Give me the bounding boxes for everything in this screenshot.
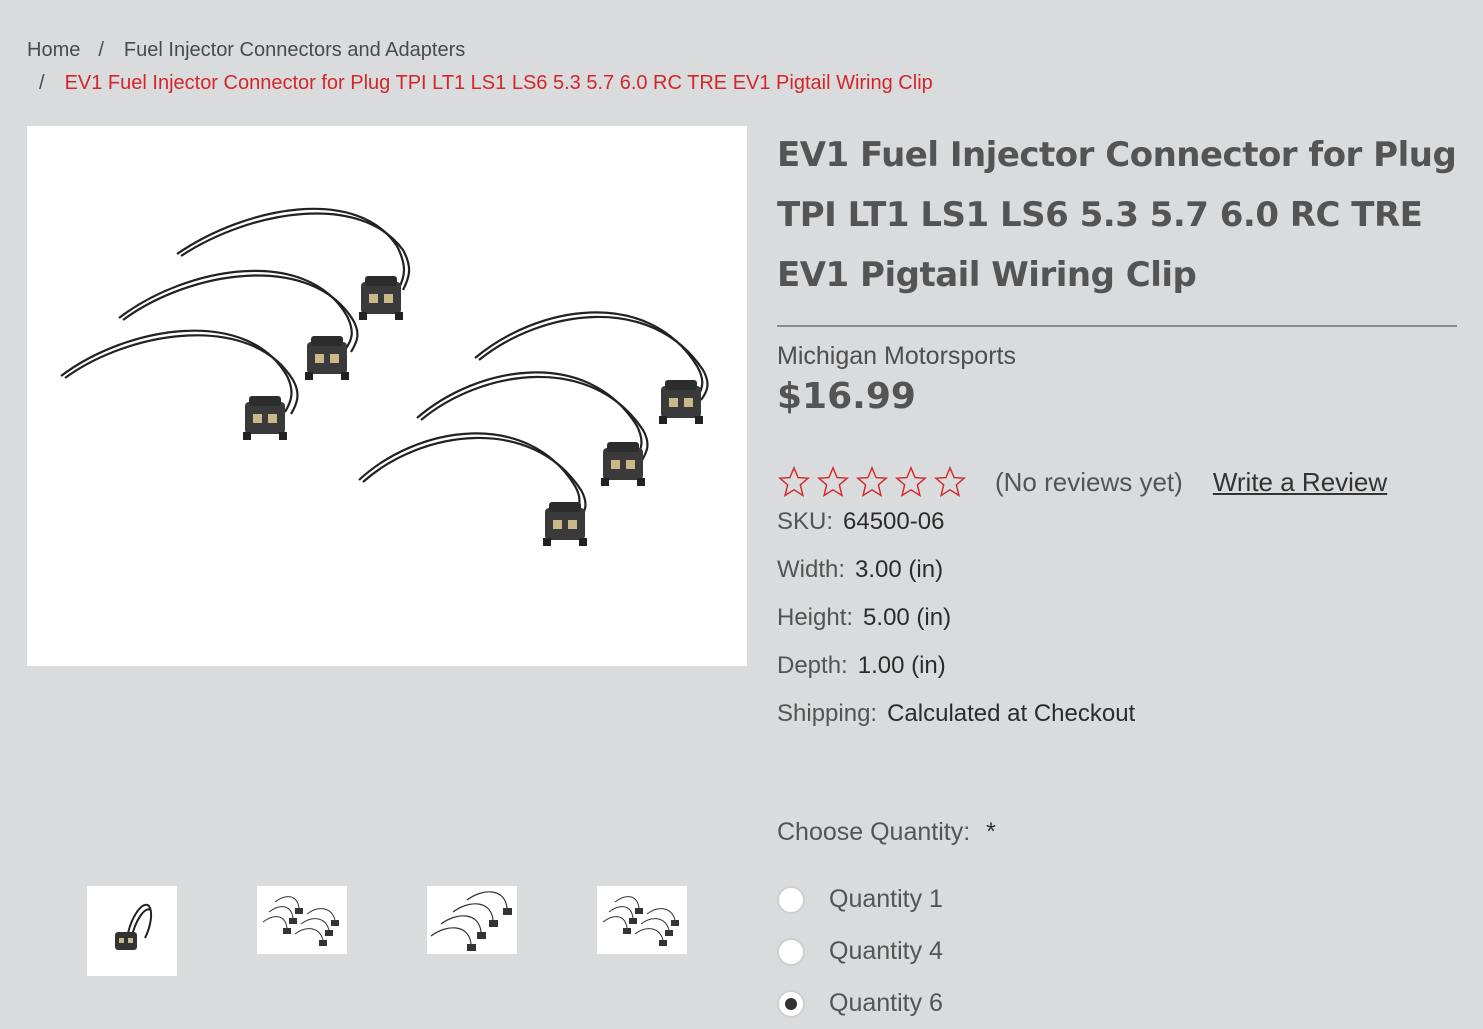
write-review-link[interactable]: Write a Review — [1213, 467, 1387, 498]
quantity-option-1[interactable]: Quantity 1 — [777, 885, 943, 914]
rating-row: (No reviews yet) Write a Review — [777, 462, 1387, 502]
six-connectors-thumb — [262, 896, 339, 946]
spec-height: Height: 5.00 (in) — [777, 604, 951, 632]
radio-button-selected[interactable] — [777, 989, 805, 1018]
radio-button[interactable] — [777, 885, 805, 914]
option-label: Quantity 4 — [829, 937, 943, 965]
required-mark: * — [986, 818, 996, 846]
six-connectors-thumb — [602, 896, 679, 946]
spec-label: Height: — [777, 604, 854, 631]
option-label: Quantity 6 — [829, 989, 943, 1017]
single-connector-thumb — [115, 903, 153, 950]
pigtail-connectors-image — [60, 207, 709, 546]
star-empty-icon — [778, 466, 810, 497]
spec-label: Width: — [777, 556, 846, 583]
title-divider — [777, 325, 1457, 327]
review-count: (No reviews yet) — [995, 466, 1183, 497]
option-label: Quantity 1 — [829, 885, 943, 913]
product-title: EV1 Fuel Injector Connector for Plug TPI… — [777, 135, 1457, 295]
spec-value: Calculated at Checkout — [887, 700, 1136, 727]
spec-shipping: Shipping: Calculated at Checkout — [777, 700, 1135, 728]
thumbnail-4[interactable] — [597, 886, 687, 954]
breadcrumb-current: EV1 Fuel Injector Connector for Plug TPI… — [64, 72, 933, 94]
four-connectors-thumb — [430, 891, 512, 951]
breadcrumb-separator: / — [98, 39, 104, 61]
quantity-label: Choose Quantity: * — [777, 818, 996, 847]
star-empty-icon — [934, 466, 966, 497]
spec-label: Shipping: — [777, 700, 878, 727]
breadcrumb-separator: / — [39, 72, 45, 94]
quantity-label-text: Choose Quantity: — [777, 818, 971, 846]
radio-button[interactable] — [777, 937, 805, 966]
spec-value: 5.00 (in) — [863, 604, 952, 631]
product-brand[interactable]: Michigan Motorsports — [777, 342, 1016, 371]
thumbnail-1[interactable] — [87, 886, 177, 976]
spec-label: Depth: — [777, 652, 848, 679]
spec-value: 1.00 (in) — [857, 652, 946, 679]
star-empty-icon — [895, 466, 927, 497]
quantity-option-6[interactable]: Quantity 6 — [777, 989, 943, 1018]
product-price: $16.99 — [777, 376, 916, 417]
quantity-option-4[interactable]: Quantity 4 — [777, 937, 943, 966]
thumbnail-2[interactable] — [257, 886, 347, 954]
breadcrumb-category[interactable]: Fuel Injector Connectors and Adapters — [124, 39, 465, 61]
main-product-image[interactable] — [27, 126, 747, 666]
spec-depth: Depth: 1.00 (in) — [777, 652, 946, 680]
spec-sku: SKU: 64500-06 — [777, 508, 944, 536]
breadcrumb-home[interactable]: Home — [27, 39, 80, 61]
spec-value: 3.00 (in) — [855, 556, 944, 583]
star-rating — [777, 465, 967, 499]
spec-label: SKU: — [777, 508, 834, 535]
star-empty-icon — [856, 466, 888, 497]
spec-width: Width: 3.00 (in) — [777, 556, 943, 584]
spec-value: 64500-06 — [843, 508, 945, 535]
breadcrumb: Home / Fuel Injector Connectors and Adapte… — [27, 34, 1227, 100]
thumbnail-3[interactable] — [427, 886, 517, 954]
star-empty-icon — [817, 466, 849, 497]
